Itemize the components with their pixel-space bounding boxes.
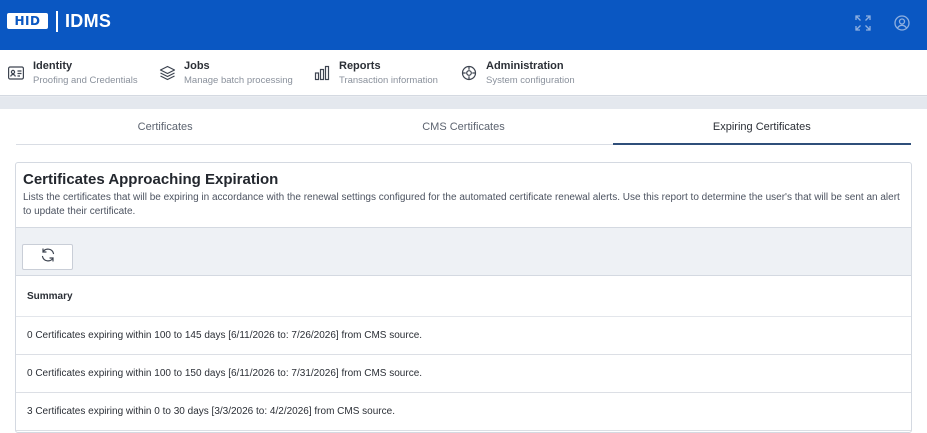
tab-expiring-certificates[interactable]: Expiring Certificates xyxy=(612,109,912,145)
nav-item-jobs[interactable]: Jobs Manage batch processing xyxy=(158,50,293,96)
hid-logo: HID xyxy=(7,13,48,29)
nav-subtitle: System configuration xyxy=(486,74,575,86)
summary-header: Summary xyxy=(16,277,911,317)
expand-arrows-icon[interactable] xyxy=(855,15,871,31)
logo-text: HID xyxy=(14,14,41,28)
bar-chart-icon xyxy=(313,64,331,82)
summary-list: Summary 0 Certificates expiring within 1… xyxy=(16,277,911,431)
nav-title: Jobs xyxy=(184,59,210,72)
nav-subtitle: Transaction information xyxy=(339,74,438,86)
summary-row: 0 Certificates expiring within 100 to 14… xyxy=(16,317,911,355)
card-title: Certificates Approaching Expiration xyxy=(23,171,279,188)
settings-gear-icon xyxy=(460,64,478,82)
nav-item-administration[interactable]: Administration System configuration xyxy=(460,50,575,96)
top-bar: HID IDMS xyxy=(0,0,927,50)
main-nav: Identity Proofing and Credentials Jobs M… xyxy=(0,50,927,96)
refresh-button[interactable] xyxy=(22,244,73,270)
user-circle-icon[interactable] xyxy=(894,15,910,31)
nav-title: Administration xyxy=(486,59,564,72)
nav-item-identity[interactable]: Identity Proofing and Credentials xyxy=(7,50,138,96)
card-header: Certificates Approaching Expiration List… xyxy=(16,163,911,228)
summary-row: 3 Certificates expiring within 0 to 30 d… xyxy=(16,393,911,431)
card-description: Lists the certificates that will be expi… xyxy=(23,192,900,217)
page-divider xyxy=(0,97,927,109)
nav-subtitle: Manage batch processing xyxy=(184,74,293,86)
refresh-icon xyxy=(40,247,56,268)
layers-icon xyxy=(158,64,176,82)
card-toolbar xyxy=(16,228,911,276)
summary-row: 0 Certificates expiring within 100 to 15… xyxy=(16,355,911,393)
app-title: IDMS xyxy=(65,11,112,31)
nav-title: Reports xyxy=(339,59,381,72)
expiration-card: Certificates Approaching Expiration List… xyxy=(15,162,912,433)
nav-subtitle: Proofing and Credentials xyxy=(33,74,138,86)
tab-cms-certificates[interactable]: CMS Certificates xyxy=(314,109,612,144)
tab-bar: Certificates CMS Certificates Expiring C… xyxy=(16,109,912,145)
main-content: Certificates CMS Certificates Expiring C… xyxy=(0,109,927,433)
id-card-icon xyxy=(7,64,25,82)
nav-item-reports[interactable]: Reports Transaction information xyxy=(313,50,438,96)
nav-title: Identity xyxy=(33,59,73,72)
tab-certificates[interactable]: Certificates xyxy=(16,109,314,144)
logo-divider xyxy=(56,11,58,32)
